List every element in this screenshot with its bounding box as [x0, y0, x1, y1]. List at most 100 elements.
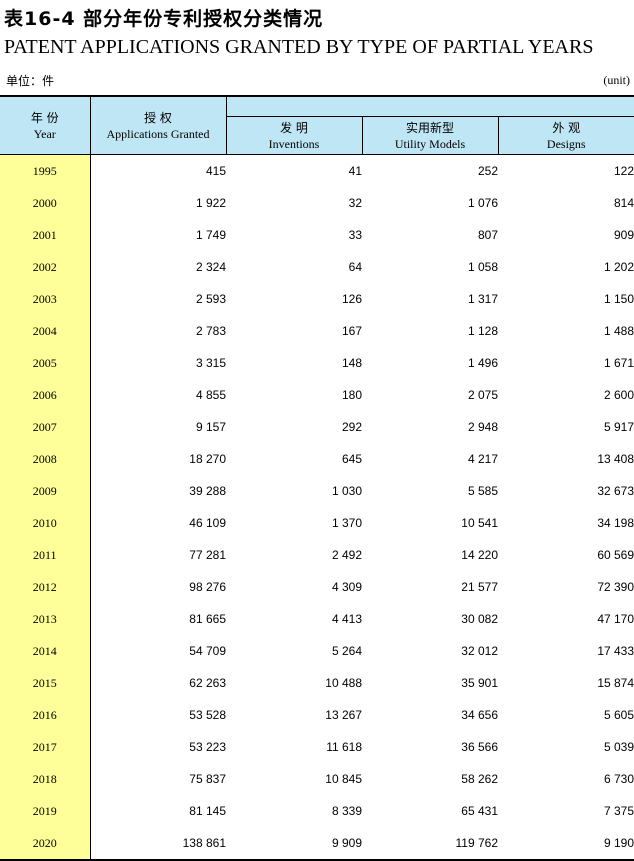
header-designs-cn: 外 观 — [499, 120, 634, 136]
header-granted-cn: 授 权 — [91, 110, 226, 126]
page-title-chinese: 表16-4 部分年份专利授权分类情况 — [4, 4, 323, 31]
patent-table: 年 份 Year 授 权 Applications Granted 发 明 In… — [0, 95, 634, 861]
inventions-cell: 167 — [226, 315, 362, 347]
inventions-cell: 1 030 — [226, 475, 362, 507]
utility-cell: 65 431 — [362, 795, 498, 827]
inventions-cell: 4 309 — [226, 571, 362, 603]
inventions-cell: 5 264 — [226, 635, 362, 667]
header-designs-en: Designs — [499, 136, 634, 152]
header-year-en: Year — [0, 126, 90, 142]
utility-cell: 36 566 — [362, 731, 498, 763]
utility-cell: 2 075 — [362, 379, 498, 411]
header-inventions-en: Inventions — [227, 136, 362, 152]
inventions-cell: 148 — [226, 347, 362, 379]
granted-cell: 1 749 — [90, 219, 226, 251]
year-cell: 2008 — [0, 443, 90, 475]
inventions-cell: 64 — [226, 251, 362, 283]
table-row: 2020138 8619 909119 7629 190 — [0, 827, 634, 860]
designs-cell: 1 488 — [498, 315, 634, 347]
table-row: 20011 74933807909 — [0, 219, 634, 251]
inventions-cell: 32 — [226, 187, 362, 219]
header-spacer — [226, 96, 634, 117]
table-row: 20064 8551802 0752 600 — [0, 379, 634, 411]
header-year: 年 份 Year — [0, 96, 90, 155]
inventions-cell: 292 — [226, 411, 362, 443]
year-cell: 2020 — [0, 827, 90, 860]
granted-cell: 53 223 — [90, 731, 226, 763]
inventions-cell: 9 909 — [226, 827, 362, 860]
designs-cell: 2 600 — [498, 379, 634, 411]
year-cell: 1995 — [0, 155, 90, 188]
granted-cell: 138 861 — [90, 827, 226, 860]
granted-cell: 54 709 — [90, 635, 226, 667]
utility-cell: 5 585 — [362, 475, 498, 507]
inventions-cell: 2 492 — [226, 539, 362, 571]
utility-cell: 2 948 — [362, 411, 498, 443]
designs-cell: 9 190 — [498, 827, 634, 860]
granted-cell: 62 263 — [90, 667, 226, 699]
header-granted-en: Applications Granted — [91, 126, 226, 142]
utility-cell: 1 317 — [362, 283, 498, 315]
designs-cell: 17 433 — [498, 635, 634, 667]
granted-cell: 81 665 — [90, 603, 226, 635]
utility-cell: 35 901 — [362, 667, 498, 699]
table-row: 201562 26310 48835 90115 874 — [0, 667, 634, 699]
header-year-cn: 年 份 — [0, 110, 90, 126]
designs-cell: 7 375 — [498, 795, 634, 827]
designs-cell: 34 198 — [498, 507, 634, 539]
table-row: 200818 2706454 21713 408 — [0, 443, 634, 475]
designs-cell: 13 408 — [498, 443, 634, 475]
table-row: 201653 52813 26734 6565 605 — [0, 699, 634, 731]
page-title-english: PATENT APPLICATIONS GRANTED BY TYPE OF P… — [4, 36, 593, 59]
header-utility: 实用新型 Utility Models — [362, 117, 498, 155]
designs-cell: 5 039 — [498, 731, 634, 763]
granted-cell: 9 157 — [90, 411, 226, 443]
header-designs: 外 观 Designs — [498, 117, 634, 155]
inventions-cell: 41 — [226, 155, 362, 188]
year-cell: 2003 — [0, 283, 90, 315]
utility-cell: 252 — [362, 155, 498, 188]
header-inventions: 发 明 Inventions — [226, 117, 362, 155]
inventions-cell: 8 339 — [226, 795, 362, 827]
granted-cell: 2 324 — [90, 251, 226, 283]
utility-cell: 1 128 — [362, 315, 498, 347]
inventions-cell: 13 267 — [226, 699, 362, 731]
table-row: 20032 5931261 3171 150 — [0, 283, 634, 315]
year-cell: 2004 — [0, 315, 90, 347]
designs-cell: 47 170 — [498, 603, 634, 635]
table-row: 20001 922321 076814 — [0, 187, 634, 219]
year-cell: 2013 — [0, 603, 90, 635]
year-cell: 2014 — [0, 635, 90, 667]
unit-label-english: (unit) — [603, 73, 630, 88]
table-row: 200939 2881 0305 58532 673 — [0, 475, 634, 507]
table-row: 20079 1572922 9485 917 — [0, 411, 634, 443]
granted-cell: 46 109 — [90, 507, 226, 539]
granted-cell: 98 276 — [90, 571, 226, 603]
granted-cell: 18 270 — [90, 443, 226, 475]
header-utility-en: Utility Models — [363, 136, 498, 152]
inventions-cell: 10 845 — [226, 763, 362, 795]
granted-cell: 53 528 — [90, 699, 226, 731]
table-row: 201875 83710 84558 2626 730 — [0, 763, 634, 795]
inventions-cell: 4 413 — [226, 603, 362, 635]
utility-cell: 807 — [362, 219, 498, 251]
unit-label-chinese: 单位：件 — [6, 72, 54, 89]
designs-cell: 1 202 — [498, 251, 634, 283]
table-row: 201381 6654 41330 08247 170 — [0, 603, 634, 635]
year-cell: 2019 — [0, 795, 90, 827]
utility-cell: 1 058 — [362, 251, 498, 283]
table-row: 201298 2764 30921 57772 390 — [0, 571, 634, 603]
designs-cell: 32 673 — [498, 475, 634, 507]
table-row: 20042 7831671 1281 488 — [0, 315, 634, 347]
inventions-cell: 33 — [226, 219, 362, 251]
designs-cell: 5 605 — [498, 699, 634, 731]
designs-cell: 814 — [498, 187, 634, 219]
utility-cell: 21 577 — [362, 571, 498, 603]
granted-cell: 3 315 — [90, 347, 226, 379]
table-row: 20022 324641 0581 202 — [0, 251, 634, 283]
inventions-cell: 180 — [226, 379, 362, 411]
designs-cell: 909 — [498, 219, 634, 251]
granted-cell: 1 922 — [90, 187, 226, 219]
year-cell: 2016 — [0, 699, 90, 731]
inventions-cell: 126 — [226, 283, 362, 315]
